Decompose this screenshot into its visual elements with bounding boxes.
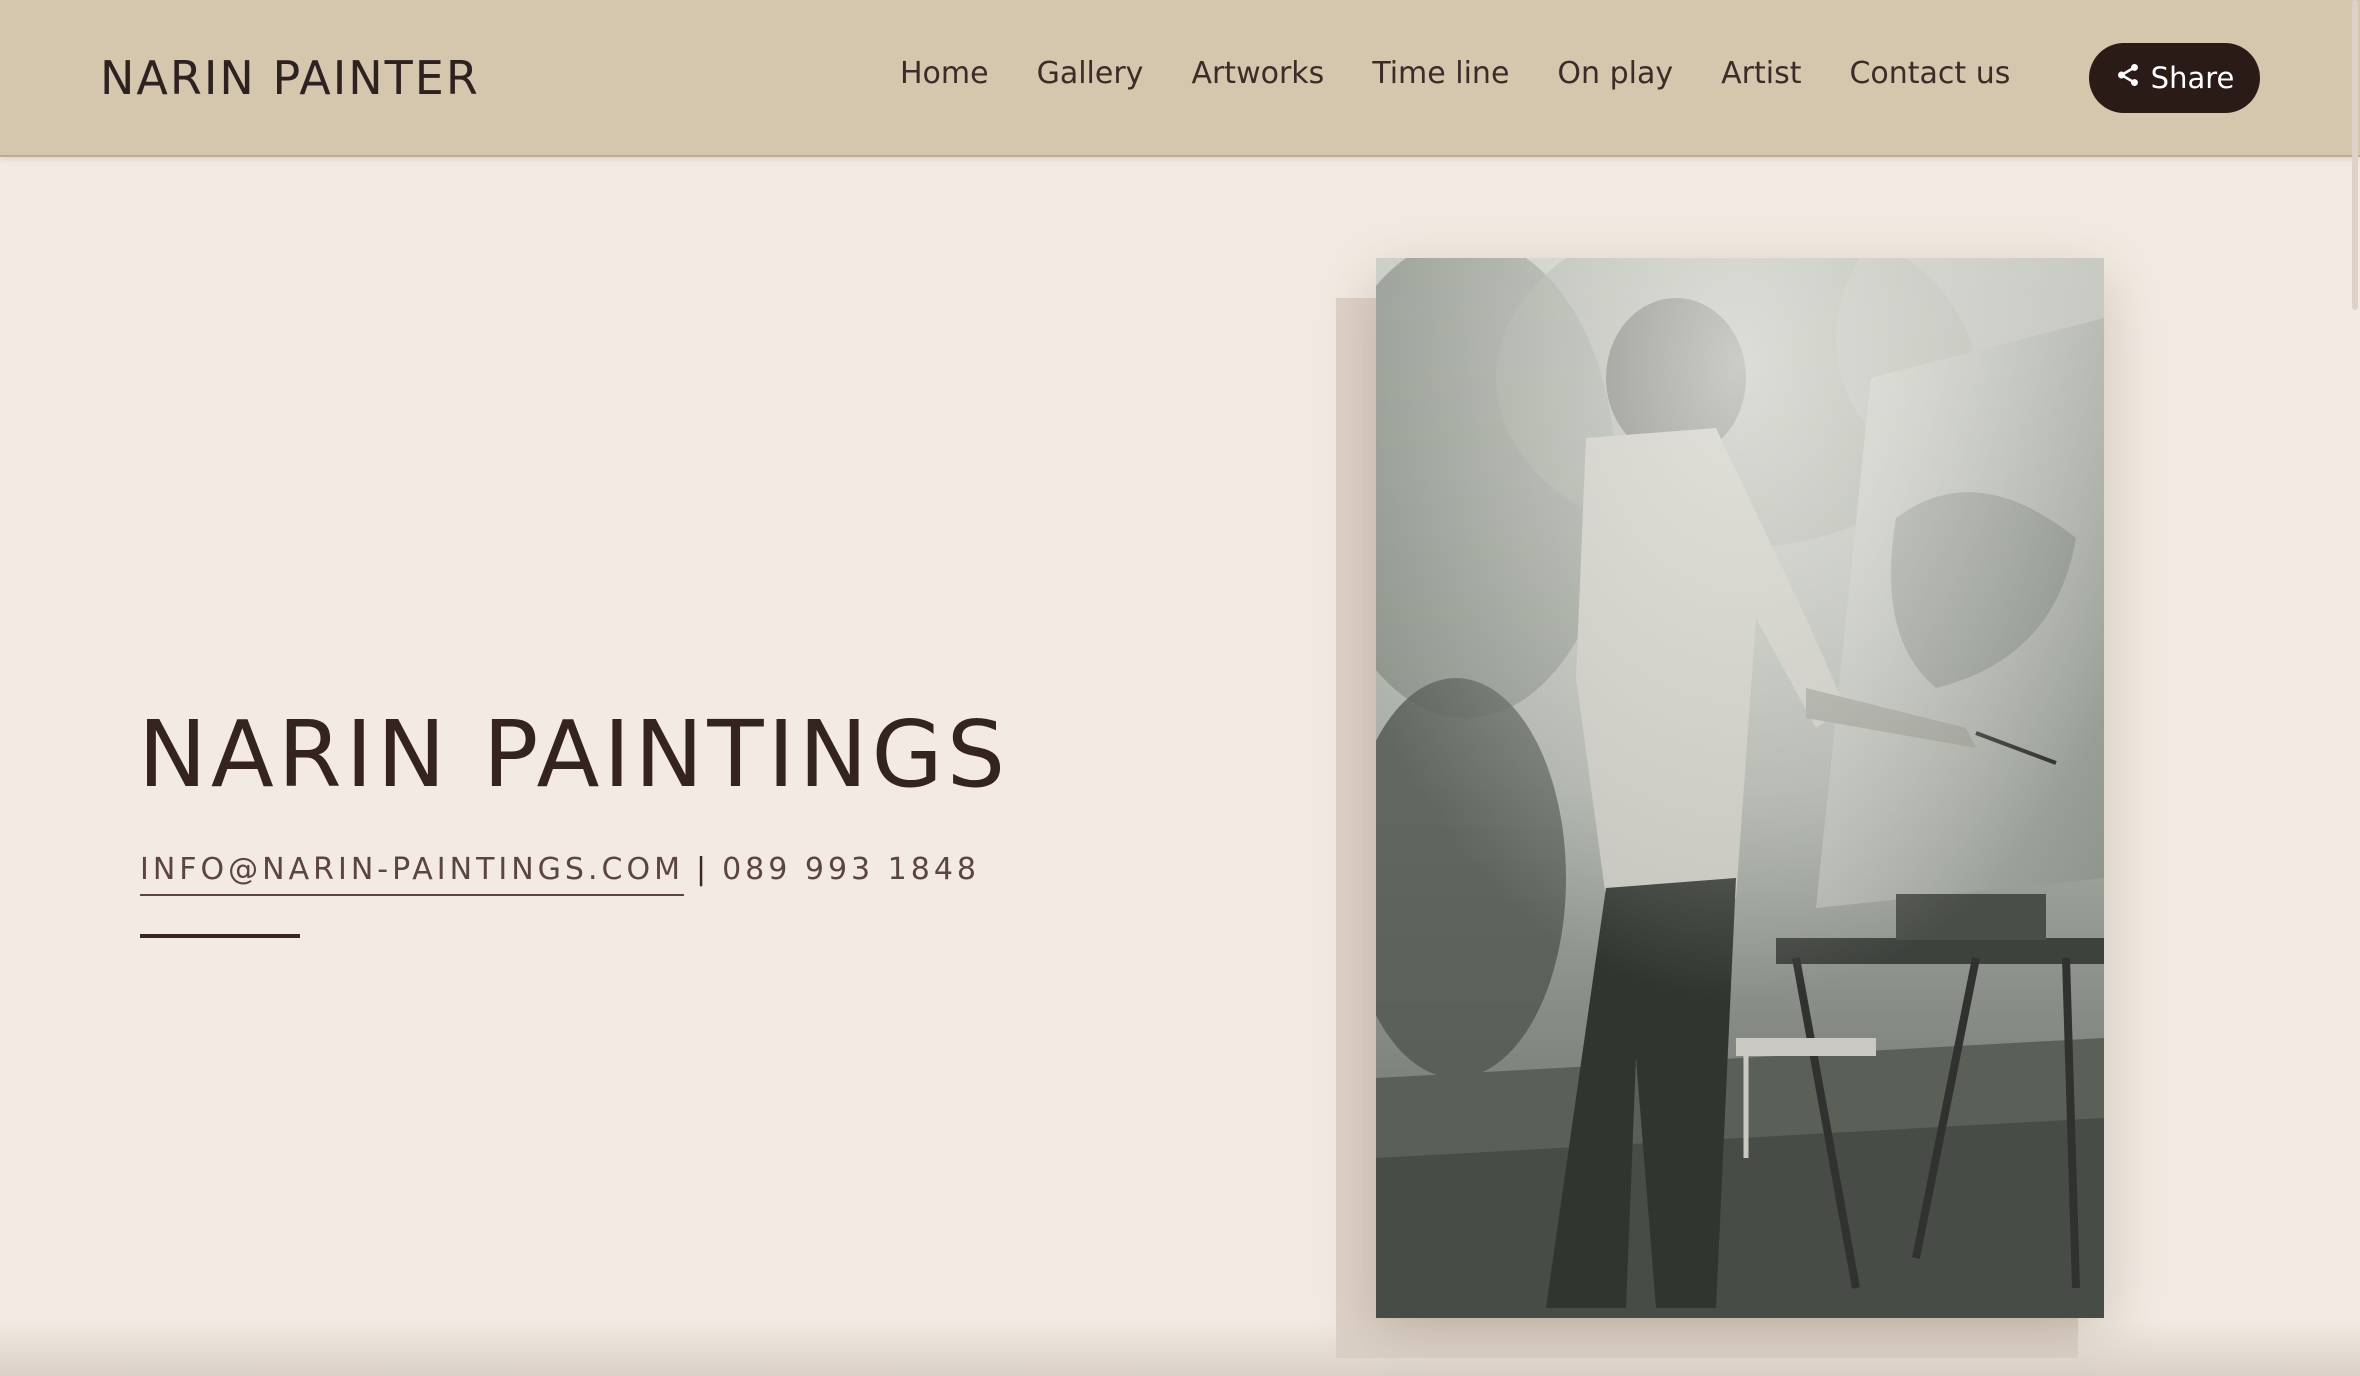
hero-divider xyxy=(140,934,300,938)
nav-contact-us[interactable]: Contact us xyxy=(1849,52,2010,96)
contact-line: INFO@NARIN-PAINTINGS.COM | 089 993 1848 xyxy=(140,848,980,896)
nav-home[interactable]: Home xyxy=(900,52,989,96)
bottom-fade xyxy=(0,1320,2360,1376)
phone-number: 089 993 1848 xyxy=(722,852,981,887)
nav-on-play[interactable]: On play xyxy=(1557,52,1673,96)
main-nav: Home Gallery Artworks Time line On play … xyxy=(900,52,2010,96)
share-icon xyxy=(2115,61,2141,95)
nav-gallery[interactable]: Gallery xyxy=(1037,52,1144,96)
page-scrollbar[interactable] xyxy=(2352,0,2358,310)
nav-artworks[interactable]: Artworks xyxy=(1191,52,1324,96)
brand-logo[interactable]: NARIN PAINTER xyxy=(100,48,480,108)
contact-separator: | xyxy=(695,852,711,887)
email-link[interactable]: INFO@NARIN-PAINTINGS.COM xyxy=(140,848,684,896)
artist-painting-photo xyxy=(1376,258,2104,1318)
share-label: Share xyxy=(2150,61,2235,95)
top-header: NARIN PAINTER Home Gallery Artworks Time… xyxy=(0,0,2360,157)
share-button[interactable]: Share xyxy=(2089,43,2260,113)
page: NARIN PAINTER Home Gallery Artworks Time… xyxy=(0,0,2360,1376)
nav-timeline[interactable]: Time line xyxy=(1372,52,1509,96)
nav-artist[interactable]: Artist xyxy=(1721,52,1801,96)
hero-title: NARIN PAINTINGS xyxy=(138,701,1010,808)
